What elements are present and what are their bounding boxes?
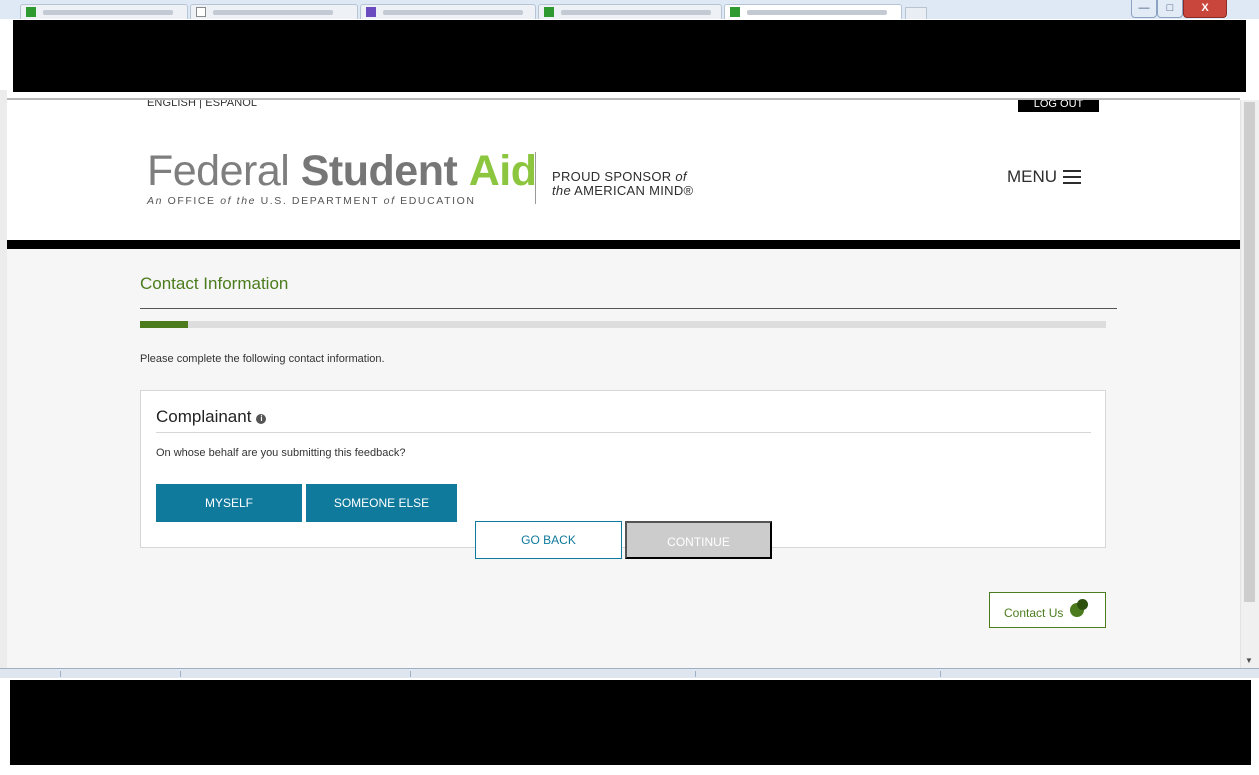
contact-us-label: Contact Us — [1004, 606, 1064, 620]
info-icon[interactable]: i — [256, 413, 267, 424]
browser-tab-active[interactable] — [724, 4, 902, 19]
sponsor-line-2: AMERICAN MIND® — [570, 183, 694, 198]
sponsor-line-1: PROUD SPONSOR — [552, 169, 676, 184]
tab-favicon-icon — [730, 7, 740, 17]
taskbar-item[interactable] — [410, 671, 570, 677]
tab-title-placeholder — [43, 10, 173, 15]
taskbar-item[interactable] — [695, 671, 815, 677]
tagline-part: EDUCATION — [400, 195, 476, 207]
minimize-button[interactable]: — — [1131, 0, 1157, 18]
contact-us-button[interactable]: Contact Us — [989, 592, 1106, 628]
taskbar-item[interactable] — [940, 671, 1060, 677]
page-viewport: ENGLISH | ESPANOL LOG OUT Federal Studen… — [7, 100, 1240, 668]
redacted-area-bottom — [10, 680, 1251, 765]
menu-label: MENU — [1007, 167, 1058, 186]
hamburger-menu-icon — [1063, 170, 1082, 184]
tab-title-placeholder — [383, 10, 523, 15]
continue-button[interactable]: CONTINUE — [625, 521, 772, 559]
tab-title-placeholder — [561, 10, 711, 15]
browser-tab[interactable] — [360, 4, 536, 19]
tagline-part: An — [147, 195, 168, 207]
federal-student-aid-logo[interactable]: Federal Student Aid An OFFICE of the U.S… — [147, 148, 537, 207]
someone-else-button[interactable]: SOMEONE ELSE — [306, 484, 457, 522]
card-title: Complainant i — [156, 407, 267, 427]
browser-frame-left — [0, 90, 7, 670]
tagline-part: of — [383, 195, 401, 207]
main-content: Contact Information Please complete the … — [7, 249, 1240, 668]
tagline-part: of — [220, 195, 237, 207]
sponsor-text: PROUD SPONSOR of the AMERICAN MIND® — [552, 170, 693, 198]
tab-title-placeholder — [213, 10, 333, 15]
site-header: Federal Student Aid An OFFICE of the U.S… — [7, 112, 1240, 240]
tab-favicon-icon — [544, 7, 554, 17]
sponsor-line-1-em: of — [675, 169, 687, 184]
taskbar-strip — [0, 668, 1259, 678]
scroll-down-arrow-icon[interactable]: ▼ — [1245, 656, 1253, 665]
utility-bar: ENGLISH | ESPANOL LOG OUT — [7, 100, 1240, 115]
myself-button[interactable]: MYSELF — [156, 484, 302, 522]
taskbar-item[interactable] — [60, 671, 180, 677]
logo-tagline: An OFFICE of the U.S. DEPARTMENT of EDUC… — [147, 195, 537, 207]
maximize-button[interactable]: □ — [1157, 0, 1183, 18]
browser-tab[interactable] — [538, 4, 722, 19]
page-title: Contact Information — [140, 274, 289, 293]
tab-favicon-icon — [196, 7, 206, 17]
logo-word-aid: Aid — [468, 147, 537, 195]
close-window-button[interactable]: X — [1183, 0, 1227, 18]
chat-bubble-icon-secondary — [1077, 599, 1088, 610]
taskbar-item[interactable] — [180, 671, 290, 677]
go-back-button[interactable]: GO BACK — [475, 521, 622, 559]
logo-wordmark: Federal Student Aid — [147, 148, 537, 194]
page-scrollbar[interactable]: ▼ — [1240, 100, 1259, 668]
close-icon: X — [1201, 2, 1209, 14]
redacted-area-top — [13, 20, 1246, 92]
progress-bar-fill — [140, 321, 189, 328]
card-divider — [156, 432, 1091, 433]
sponsor-line-2-em: the — [552, 183, 571, 198]
title-divider — [140, 308, 1117, 309]
browser-tab-strip: — □ X — [0, 0, 1259, 19]
tab-favicon-icon — [366, 7, 376, 17]
tagline-part: OFFICE — [167, 195, 221, 207]
minimize-icon: — — [1138, 2, 1150, 14]
progress-bar — [140, 321, 1106, 328]
intro-text: Please complete the following contact in… — [140, 353, 385, 365]
logo-word-federal: Federal — [147, 147, 290, 195]
maximize-icon: □ — [1166, 2, 1174, 14]
browser-tab[interactable] — [190, 4, 358, 19]
tagline-part: U.S. DEPARTMENT — [260, 195, 384, 207]
scrollbar-thumb[interactable] — [1244, 102, 1255, 602]
complainant-card: Complainant i On whose behalf are you su… — [140, 390, 1106, 548]
tagline-part: the — [236, 195, 261, 207]
logo-divider — [535, 152, 536, 204]
complainant-heading: Complainant — [156, 407, 252, 426]
behalf-question: On whose behalf are you submitting this … — [156, 447, 406, 459]
menu-button[interactable]: MENU — [1007, 167, 1082, 187]
language-switcher[interactable]: ENGLISH | ESPANOL — [147, 100, 257, 109]
logo-word-student: Student — [300, 147, 458, 195]
header-divider — [7, 240, 1240, 249]
tab-title-placeholder — [747, 10, 887, 15]
new-tab-button[interactable] — [905, 7, 927, 19]
browser-tab[interactable] — [20, 4, 188, 19]
tab-favicon-icon — [26, 7, 36, 17]
